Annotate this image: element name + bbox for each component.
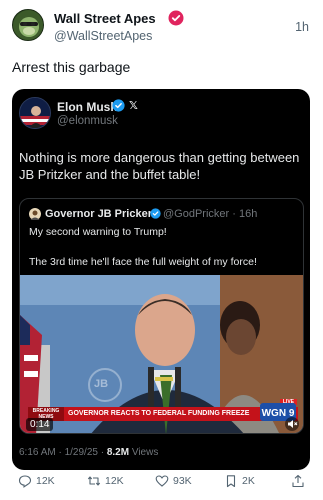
author-name[interactable]: Wall Street Apes <box>54 11 156 26</box>
share-icon <box>292 474 304 488</box>
embedded-author-name: Elon Musk <box>57 100 118 114</box>
reply-button[interactable]: 12K <box>18 474 78 490</box>
jb-watermark: JB <box>94 378 109 390</box>
author-handle[interactable]: @WallStreetApes <box>54 29 152 43</box>
bookmark-button[interactable]: 2K <box>224 474 274 490</box>
news-video: JB LIVE BREAKING NEWS GOVERNOR REACTS TO… <box>20 275 303 433</box>
quoted-author-handle: @GodPricker · 16h <box>163 208 258 220</box>
reply-count: 12K <box>36 475 55 487</box>
heart-icon <box>155 475 169 487</box>
post-text: Arrest this garbage <box>12 59 131 75</box>
verified-badge-icon <box>112 99 125 112</box>
post-time: 1h <box>295 20 309 34</box>
news-lower-third: BREAKING NEWS GOVERNOR REACTS TO FEDERAL… <box>28 403 298 421</box>
embedded-view-count: 8.2M <box>106 447 130 458</box>
like-count: 93K <box>173 475 192 487</box>
share-button[interactable] <box>291 474 307 490</box>
embedded-views-label: Views <box>129 447 159 458</box>
like-button[interactable]: 93K <box>155 474 215 490</box>
x-logo-icon: 𝕏 <box>129 100 138 112</box>
video-timestamp: 0:14 <box>26 418 54 431</box>
embedded-post-meta: 6:16 AM · 1/29/25 · 8.2M Views <box>19 447 158 458</box>
embedded-post-text: Nothing is more dangerous than getting b… <box>19 150 300 182</box>
embedded-author-avatar <box>19 97 51 129</box>
repost-button[interactable]: 12K <box>87 474 147 490</box>
reply-icon <box>18 475 32 488</box>
action-bar: 12K 12K 93K 2K <box>0 470 323 492</box>
quoted-text-line: The 3rd time he'll face the full weight … <box>29 256 257 268</box>
embedded-post-timestamp: 6:16 AM · 1/29/25 · <box>19 447 107 458</box>
verified-badge-icon <box>168 10 184 26</box>
bookmark-count: 2K <box>242 475 255 487</box>
ape-avatar-icon <box>13 10 43 40</box>
embedded-post-image[interactable]: Elon Musk 𝕏 @elonmusk Nothing is more da… <box>12 89 310 470</box>
bookmark-icon <box>226 475 236 488</box>
news-headline: GOVERNOR REACTS TO FEDERAL FUNDING FREEZ… <box>68 410 250 417</box>
embedded-author-handle: @elonmusk <box>57 115 118 127</box>
repost-count: 12K <box>105 475 124 487</box>
post-header: Wall Street Apes @WallStreetApes 1h <box>0 0 323 56</box>
quoted-text-line: My second warning to Trump! <box>29 226 167 238</box>
verified-badge-icon <box>150 208 161 219</box>
quoted-author-name: Governor JB Pricker <box>45 208 152 220</box>
mute-icon[interactable] <box>285 417 299 431</box>
quoted-post: Governor JB Pricker @GodPricker · 16h My… <box>19 198 304 434</box>
flag-portrait-icon <box>20 98 50 128</box>
author-avatar[interactable] <box>12 9 44 41</box>
quoted-avatar-icon <box>29 208 41 220</box>
repost-icon <box>87 476 101 486</box>
